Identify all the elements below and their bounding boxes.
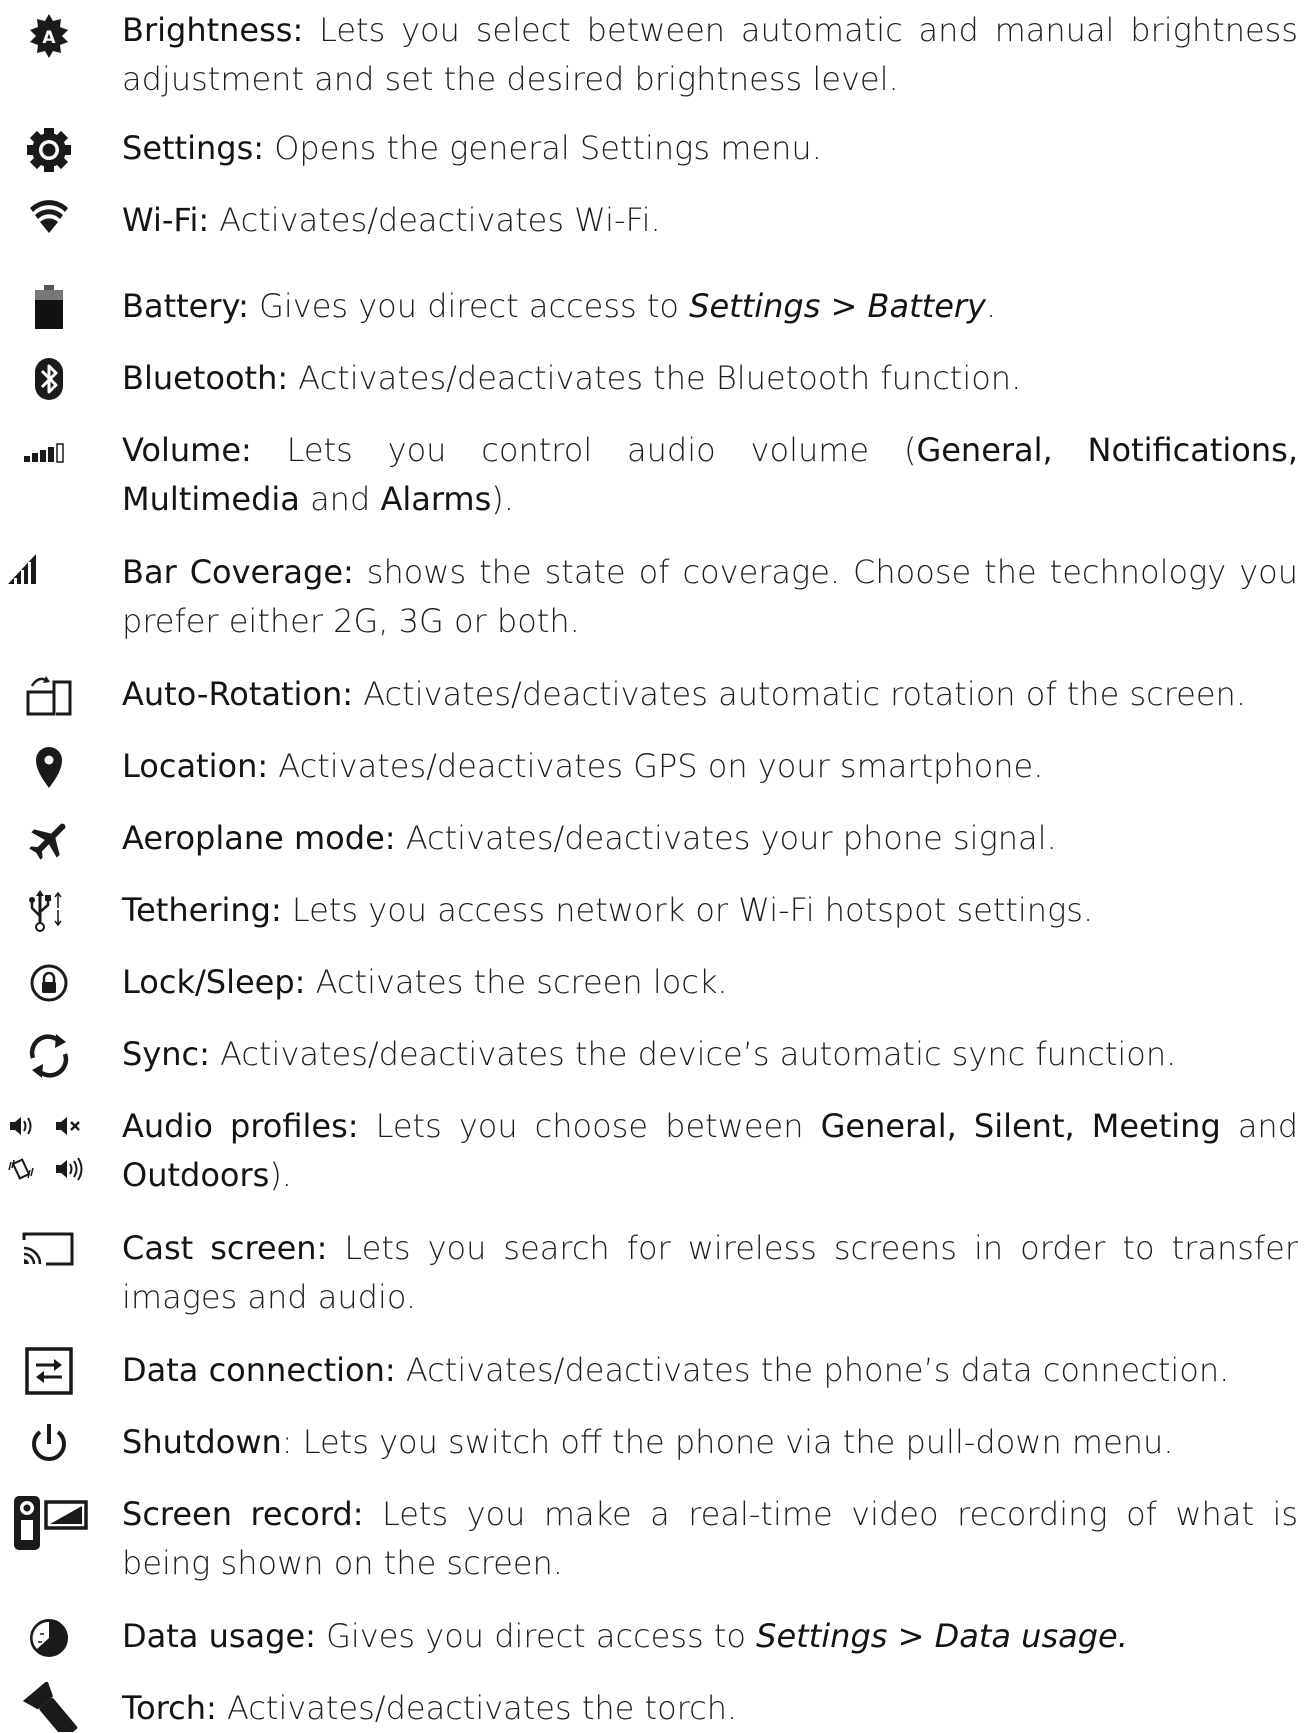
auto-rotation-icon bbox=[0, 672, 100, 722]
data-connection-icon bbox=[0, 1346, 100, 1396]
location-pin-icon bbox=[0, 742, 100, 792]
item-description: Gives you direct access to bbox=[248, 287, 690, 325]
item-label: Aeroplane mode: bbox=[122, 819, 396, 857]
item-label: Lock/Sleep: bbox=[122, 963, 306, 1001]
item-description-mid: and bbox=[299, 480, 381, 518]
item-description: Lets you access network or Wi-Fi hotspot… bbox=[281, 891, 1094, 929]
item-label: Data connection: bbox=[122, 1351, 396, 1389]
item-bold-option: Alarms bbox=[380, 480, 492, 518]
item-bold-option: Outdoors bbox=[122, 1156, 270, 1194]
item-path: Settings > Data usage. bbox=[756, 1617, 1128, 1655]
bluetooth-icon bbox=[0, 354, 100, 404]
sync-icon bbox=[0, 1030, 100, 1080]
brightness-auto-icon: A bbox=[0, 10, 100, 60]
item-description-mid: and bbox=[1220, 1107, 1299, 1145]
battery-icon bbox=[0, 284, 100, 334]
item-description: : Lets you switch off the phone via the … bbox=[281, 1423, 1174, 1461]
audio-profiles-icon bbox=[0, 1110, 100, 1200]
item-description-end: ). bbox=[269, 1156, 292, 1194]
item-description: Opens the general Settings menu. bbox=[264, 129, 822, 167]
data-usage-icon bbox=[0, 1612, 100, 1662]
item-label: Shutdown bbox=[122, 1423, 282, 1461]
item-label: Location: bbox=[122, 747, 269, 785]
settings-gear-icon bbox=[0, 124, 100, 174]
item-description: Activates/deactivates GPS on your smartp… bbox=[268, 747, 1044, 785]
item-description: Activates/deactivates the torch. bbox=[216, 1689, 738, 1727]
item-description: Activates/deactivates the device’s autom… bbox=[209, 1035, 1177, 1073]
item-path: Settings > Battery bbox=[689, 287, 986, 325]
item-label: Bluetooth: bbox=[122, 359, 289, 397]
item-description: Activates the screen lock. bbox=[305, 963, 728, 1001]
item-bold-options: General, Silent, Meeting bbox=[820, 1107, 1221, 1145]
item-description: Gives you direct access to bbox=[315, 1617, 757, 1655]
item-description: Activates/deactivates Wi-Fi. bbox=[209, 201, 661, 239]
item-label: Tethering: bbox=[122, 891, 282, 929]
item-label: Settings: bbox=[122, 129, 265, 167]
usb-tethering-icon bbox=[0, 886, 100, 936]
item-label: Torch: bbox=[122, 1689, 217, 1727]
signal-bars-icon bbox=[0, 550, 100, 600]
power-icon bbox=[0, 1418, 100, 1468]
cast-screen-icon bbox=[0, 1226, 100, 1276]
svg-text:A: A bbox=[42, 28, 56, 48]
item-description: Activates/deactivates your phone signal. bbox=[395, 819, 1057, 857]
lock-icon bbox=[0, 958, 100, 1008]
item-label: Battery: bbox=[122, 287, 249, 325]
item-description: Activates/deactivates automatic rotation… bbox=[353, 675, 1246, 713]
item-description: Lets you control audio volume ( bbox=[251, 431, 917, 469]
item-label: Data usage: bbox=[122, 1617, 316, 1655]
item-label: Sync: bbox=[122, 1035, 210, 1073]
screen-record-icon bbox=[0, 1494, 100, 1554]
item-label: Brightness: bbox=[122, 11, 304, 49]
item-description: Activates/deactivates the phone’s data c… bbox=[395, 1351, 1230, 1389]
item-label: Auto-Rotation: bbox=[122, 675, 354, 713]
item-label: Wi-Fi: bbox=[122, 201, 210, 239]
item-description-end: ). bbox=[491, 480, 514, 518]
item-label: Screen record: bbox=[122, 1495, 364, 1533]
wifi-icon bbox=[0, 196, 100, 246]
item-label: Cast screen: bbox=[122, 1229, 328, 1267]
item-description: Lets you choose between bbox=[358, 1107, 821, 1145]
aeroplane-icon bbox=[0, 814, 100, 864]
item-label: Volume: bbox=[122, 431, 252, 469]
item-description-end: . bbox=[985, 287, 997, 325]
item-label: Bar Coverage: bbox=[122, 553, 354, 591]
torch-icon bbox=[0, 1682, 100, 1732]
item-description: Activates/deactivates the Bluetooth func… bbox=[288, 359, 1022, 397]
volume-bars-icon bbox=[0, 426, 100, 476]
item-label: Audio profiles: bbox=[122, 1107, 359, 1145]
